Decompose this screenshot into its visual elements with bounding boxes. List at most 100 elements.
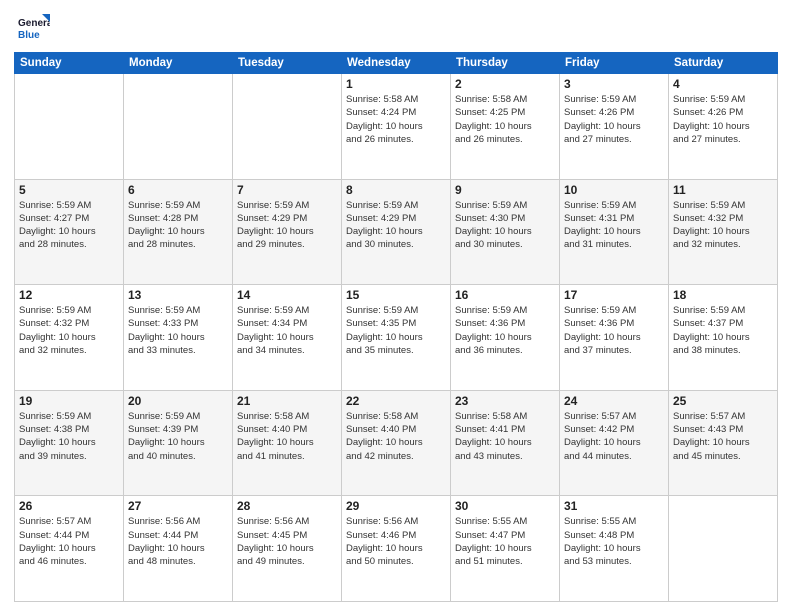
day-info: Sunrise: 5:59 AM Sunset: 4:29 PM Dayligh… (237, 199, 337, 252)
calendar-cell: 22Sunrise: 5:58 AM Sunset: 4:40 PM Dayli… (342, 390, 451, 496)
calendar-cell: 16 Sunrise: 5:59 AM Sunset: 4:36 PM Dayli… (451, 285, 560, 391)
day-number: 4 (673, 77, 773, 91)
day-info: Sunrise: 5:56 AM Sunset: 4:45 PM Dayligh… (237, 515, 337, 568)
weekday-header: Saturday (669, 53, 778, 74)
day-info: Sunrise: 5:58 AM Sunset: 4:40 PM Dayligh… (237, 410, 337, 463)
day-info: Sunrise: 5:56 AM Sunset: 4:44 PM Dayligh… (128, 515, 228, 568)
logo: General Blue (14, 10, 50, 46)
day-info: Sunrise: 5:59 AM Sunset: 4:36 PM Dayligh… (455, 304, 555, 357)
day-number: 25 (673, 394, 773, 408)
calendar-week-row: 26Sunrise: 5:57 AM Sunset: 4:44 PM Dayli… (15, 496, 778, 602)
day-number: 12 (19, 288, 119, 302)
day-info: Sunrise: 5:59 AM Sunset: 4:34 PM Dayligh… (237, 304, 337, 357)
day-info: Sunrise: 5:58 AM Sunset: 4:41 PM Dayligh… (455, 410, 555, 463)
day-number: 8 (346, 183, 446, 197)
calendar-cell: 4 Sunrise: 5:59 AM Sunset: 4:26 PM Daylig… (669, 74, 778, 180)
day-info: Sunrise: 5:59 AM Sunset: 4:28 PM Dayligh… (128, 199, 228, 252)
calendar-cell: 25 Sunrise: 5:57 AM Sunset: 4:43 PM Dayli… (669, 390, 778, 496)
day-number: 16 (455, 288, 555, 302)
calendar-cell: 15Sunrise: 5:59 AM Sunset: 4:35 PM Dayli… (342, 285, 451, 391)
calendar-cell: 18 Sunrise: 5:59 AM Sunset: 4:37 PM Dayli… (669, 285, 778, 391)
calendar-cell: 5 Sunrise: 5:59 AM Sunset: 4:27 PM Daylig… (15, 179, 124, 285)
day-number: 31 (564, 499, 664, 513)
calendar-table: SundayMondayTuesdayWednesdayThursdayFrid… (14, 52, 778, 602)
day-number: 14 (237, 288, 337, 302)
calendar-cell (233, 74, 342, 180)
calendar-cell: 21 Sunrise: 5:58 AM Sunset: 4:40 PM Dayli… (233, 390, 342, 496)
calendar-cell: 8 Sunrise: 5:59 AM Sunset: 4:29 PM Daylig… (342, 179, 451, 285)
day-info: Sunrise: 5:55 AM Sunset: 4:47 PM Dayligh… (455, 515, 555, 568)
weekday-header: Tuesday (233, 53, 342, 74)
day-info: Sunrise: 5:57 AM Sunset: 4:42 PM Dayligh… (564, 410, 664, 463)
day-number: 18 (673, 288, 773, 302)
calendar-cell: 29 Sunrise: 5:56 AM Sunset: 4:46 PM Dayli… (342, 496, 451, 602)
day-info: Sunrise: 5:58 AM Sunset: 4:25 PM Dayligh… (455, 93, 555, 146)
day-number: 7 (237, 183, 337, 197)
day-info: Sunrise: 5:59 AM Sunset: 4:32 PM Dayligh… (673, 199, 773, 252)
day-number: 29 (346, 499, 446, 513)
calendar-cell: 31 Sunrise: 5:55 AM Sunset: 4:48 PM Dayli… (560, 496, 669, 602)
calendar-week-row: 1Sunrise: 5:58 AM Sunset: 4:24 PM Daylig… (15, 74, 778, 180)
header: General Blue (14, 10, 778, 46)
weekday-header: Monday (124, 53, 233, 74)
day-info: Sunrise: 5:59 AM Sunset: 4:26 PM Dayligh… (564, 93, 664, 146)
calendar-cell: 9Sunrise: 5:59 AM Sunset: 4:30 PM Daylig… (451, 179, 560, 285)
day-number: 20 (128, 394, 228, 408)
calendar-cell (15, 74, 124, 180)
calendar-header-row: SundayMondayTuesdayWednesdayThursdayFrid… (15, 53, 778, 74)
calendar-week-row: 12Sunrise: 5:59 AM Sunset: 4:32 PM Dayli… (15, 285, 778, 391)
day-number: 1 (346, 77, 446, 91)
day-number: 13 (128, 288, 228, 302)
weekday-header: Sunday (15, 53, 124, 74)
calendar-cell: 28 Sunrise: 5:56 AM Sunset: 4:45 PM Dayli… (233, 496, 342, 602)
day-info: Sunrise: 5:59 AM Sunset: 4:37 PM Dayligh… (673, 304, 773, 357)
day-info: Sunrise: 5:56 AM Sunset: 4:46 PM Dayligh… (346, 515, 446, 568)
day-number: 26 (19, 499, 119, 513)
day-number: 10 (564, 183, 664, 197)
day-info: Sunrise: 5:59 AM Sunset: 4:29 PM Dayligh… (346, 199, 446, 252)
day-number: 11 (673, 183, 773, 197)
day-number: 9 (455, 183, 555, 197)
day-number: 6 (128, 183, 228, 197)
calendar-week-row: 19Sunrise: 5:59 AM Sunset: 4:38 PM Dayli… (15, 390, 778, 496)
calendar-cell: 1Sunrise: 5:58 AM Sunset: 4:24 PM Daylig… (342, 74, 451, 180)
calendar-week-row: 5 Sunrise: 5:59 AM Sunset: 4:27 PM Daylig… (15, 179, 778, 285)
day-info: Sunrise: 5:59 AM Sunset: 4:38 PM Dayligh… (19, 410, 119, 463)
calendar-cell: 6 Sunrise: 5:59 AM Sunset: 4:28 PM Daylig… (124, 179, 233, 285)
calendar-cell: 12Sunrise: 5:59 AM Sunset: 4:32 PM Dayli… (15, 285, 124, 391)
calendar-cell: 23 Sunrise: 5:58 AM Sunset: 4:41 PM Dayli… (451, 390, 560, 496)
calendar-cell: 11 Sunrise: 5:59 AM Sunset: 4:32 PM Dayli… (669, 179, 778, 285)
page: General Blue SundayMondayTuesdayWednesda… (0, 0, 792, 612)
day-number: 2 (455, 77, 555, 91)
day-info: Sunrise: 5:59 AM Sunset: 4:36 PM Dayligh… (564, 304, 664, 357)
calendar-cell: 3Sunrise: 5:59 AM Sunset: 4:26 PM Daylig… (560, 74, 669, 180)
calendar-cell: 24 Sunrise: 5:57 AM Sunset: 4:42 PM Dayli… (560, 390, 669, 496)
day-number: 28 (237, 499, 337, 513)
calendar-cell: 2 Sunrise: 5:58 AM Sunset: 4:25 PM Daylig… (451, 74, 560, 180)
day-number: 24 (564, 394, 664, 408)
logo-svg: General Blue (14, 10, 50, 46)
day-info: Sunrise: 5:57 AM Sunset: 4:43 PM Dayligh… (673, 410, 773, 463)
weekday-header: Wednesday (342, 53, 451, 74)
day-info: Sunrise: 5:55 AM Sunset: 4:48 PM Dayligh… (564, 515, 664, 568)
svg-text:Blue: Blue (18, 30, 40, 41)
calendar-cell: 26Sunrise: 5:57 AM Sunset: 4:44 PM Dayli… (15, 496, 124, 602)
calendar-cell (669, 496, 778, 602)
day-info: Sunrise: 5:59 AM Sunset: 4:26 PM Dayligh… (673, 93, 773, 146)
calendar-cell: 13 Sunrise: 5:59 AM Sunset: 4:33 PM Dayli… (124, 285, 233, 391)
day-number: 23 (455, 394, 555, 408)
day-info: Sunrise: 5:59 AM Sunset: 4:39 PM Dayligh… (128, 410, 228, 463)
day-number: 15 (346, 288, 446, 302)
day-number: 30 (455, 499, 555, 513)
calendar-cell: 7 Sunrise: 5:59 AM Sunset: 4:29 PM Daylig… (233, 179, 342, 285)
day-info: Sunrise: 5:59 AM Sunset: 4:33 PM Dayligh… (128, 304, 228, 357)
weekday-header: Friday (560, 53, 669, 74)
calendar-cell: 19Sunrise: 5:59 AM Sunset: 4:38 PM Dayli… (15, 390, 124, 496)
day-number: 5 (19, 183, 119, 197)
day-info: Sunrise: 5:59 AM Sunset: 4:27 PM Dayligh… (19, 199, 119, 252)
calendar-cell: 27Sunrise: 5:56 AM Sunset: 4:44 PM Dayli… (124, 496, 233, 602)
calendar-cell: 17Sunrise: 5:59 AM Sunset: 4:36 PM Dayli… (560, 285, 669, 391)
calendar-cell: 14 Sunrise: 5:59 AM Sunset: 4:34 PM Dayli… (233, 285, 342, 391)
day-info: Sunrise: 5:58 AM Sunset: 4:40 PM Dayligh… (346, 410, 446, 463)
day-number: 21 (237, 394, 337, 408)
